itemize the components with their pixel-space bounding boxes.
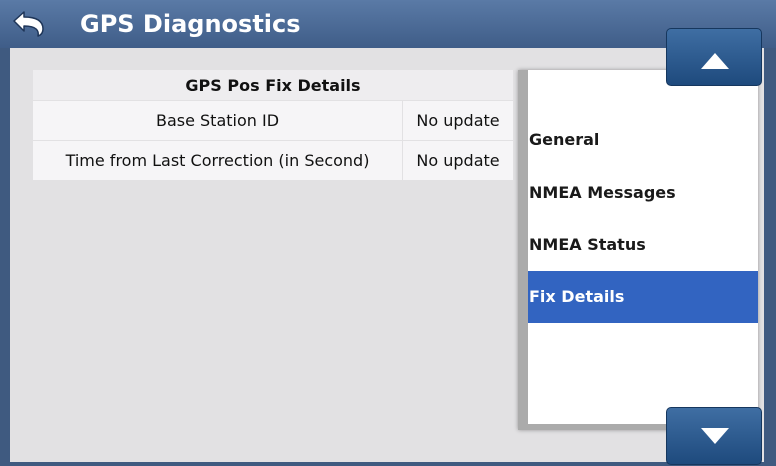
- table-heading: GPS Pos Fix Details: [33, 70, 513, 101]
- row-value: No update: [402, 100, 513, 141]
- list-item-nmea-messages[interactable]: NMEA Messages: [528, 167, 758, 219]
- row-label: Time from Last Correction (in Second): [33, 140, 403, 180]
- list-item-general[interactable]: General: [528, 114, 758, 166]
- main-content: GPS Pos Fix Details Base Station ID No u…: [10, 48, 764, 462]
- table-row: Base Station ID No update: [33, 100, 513, 141]
- fix-details-table: GPS Pos Fix Details Base Station ID No u…: [33, 70, 513, 180]
- scroll-down-button[interactable]: [666, 407, 762, 465]
- title-bar: GPS Diagnostics: [0, 0, 776, 48]
- list-item-fix-details[interactable]: Fix Details: [528, 271, 758, 323]
- row-value: No update: [402, 140, 513, 180]
- up-arrow-icon: [701, 53, 729, 69]
- back-arrow-icon[interactable]: [8, 8, 48, 40]
- diagnostics-nav-list: General NMEA Messages NMEA Status Fix De…: [518, 70, 758, 430]
- nav-list-body: General NMEA Messages NMEA Status Fix De…: [528, 70, 758, 424]
- scroll-up-button[interactable]: [666, 28, 762, 86]
- row-label: Base Station ID: [33, 100, 403, 141]
- down-arrow-icon: [701, 428, 729, 444]
- page-title: GPS Diagnostics: [80, 10, 301, 38]
- table-row: Time from Last Correction (in Second) No…: [33, 140, 513, 180]
- list-item-nmea-status[interactable]: NMEA Status: [528, 219, 758, 271]
